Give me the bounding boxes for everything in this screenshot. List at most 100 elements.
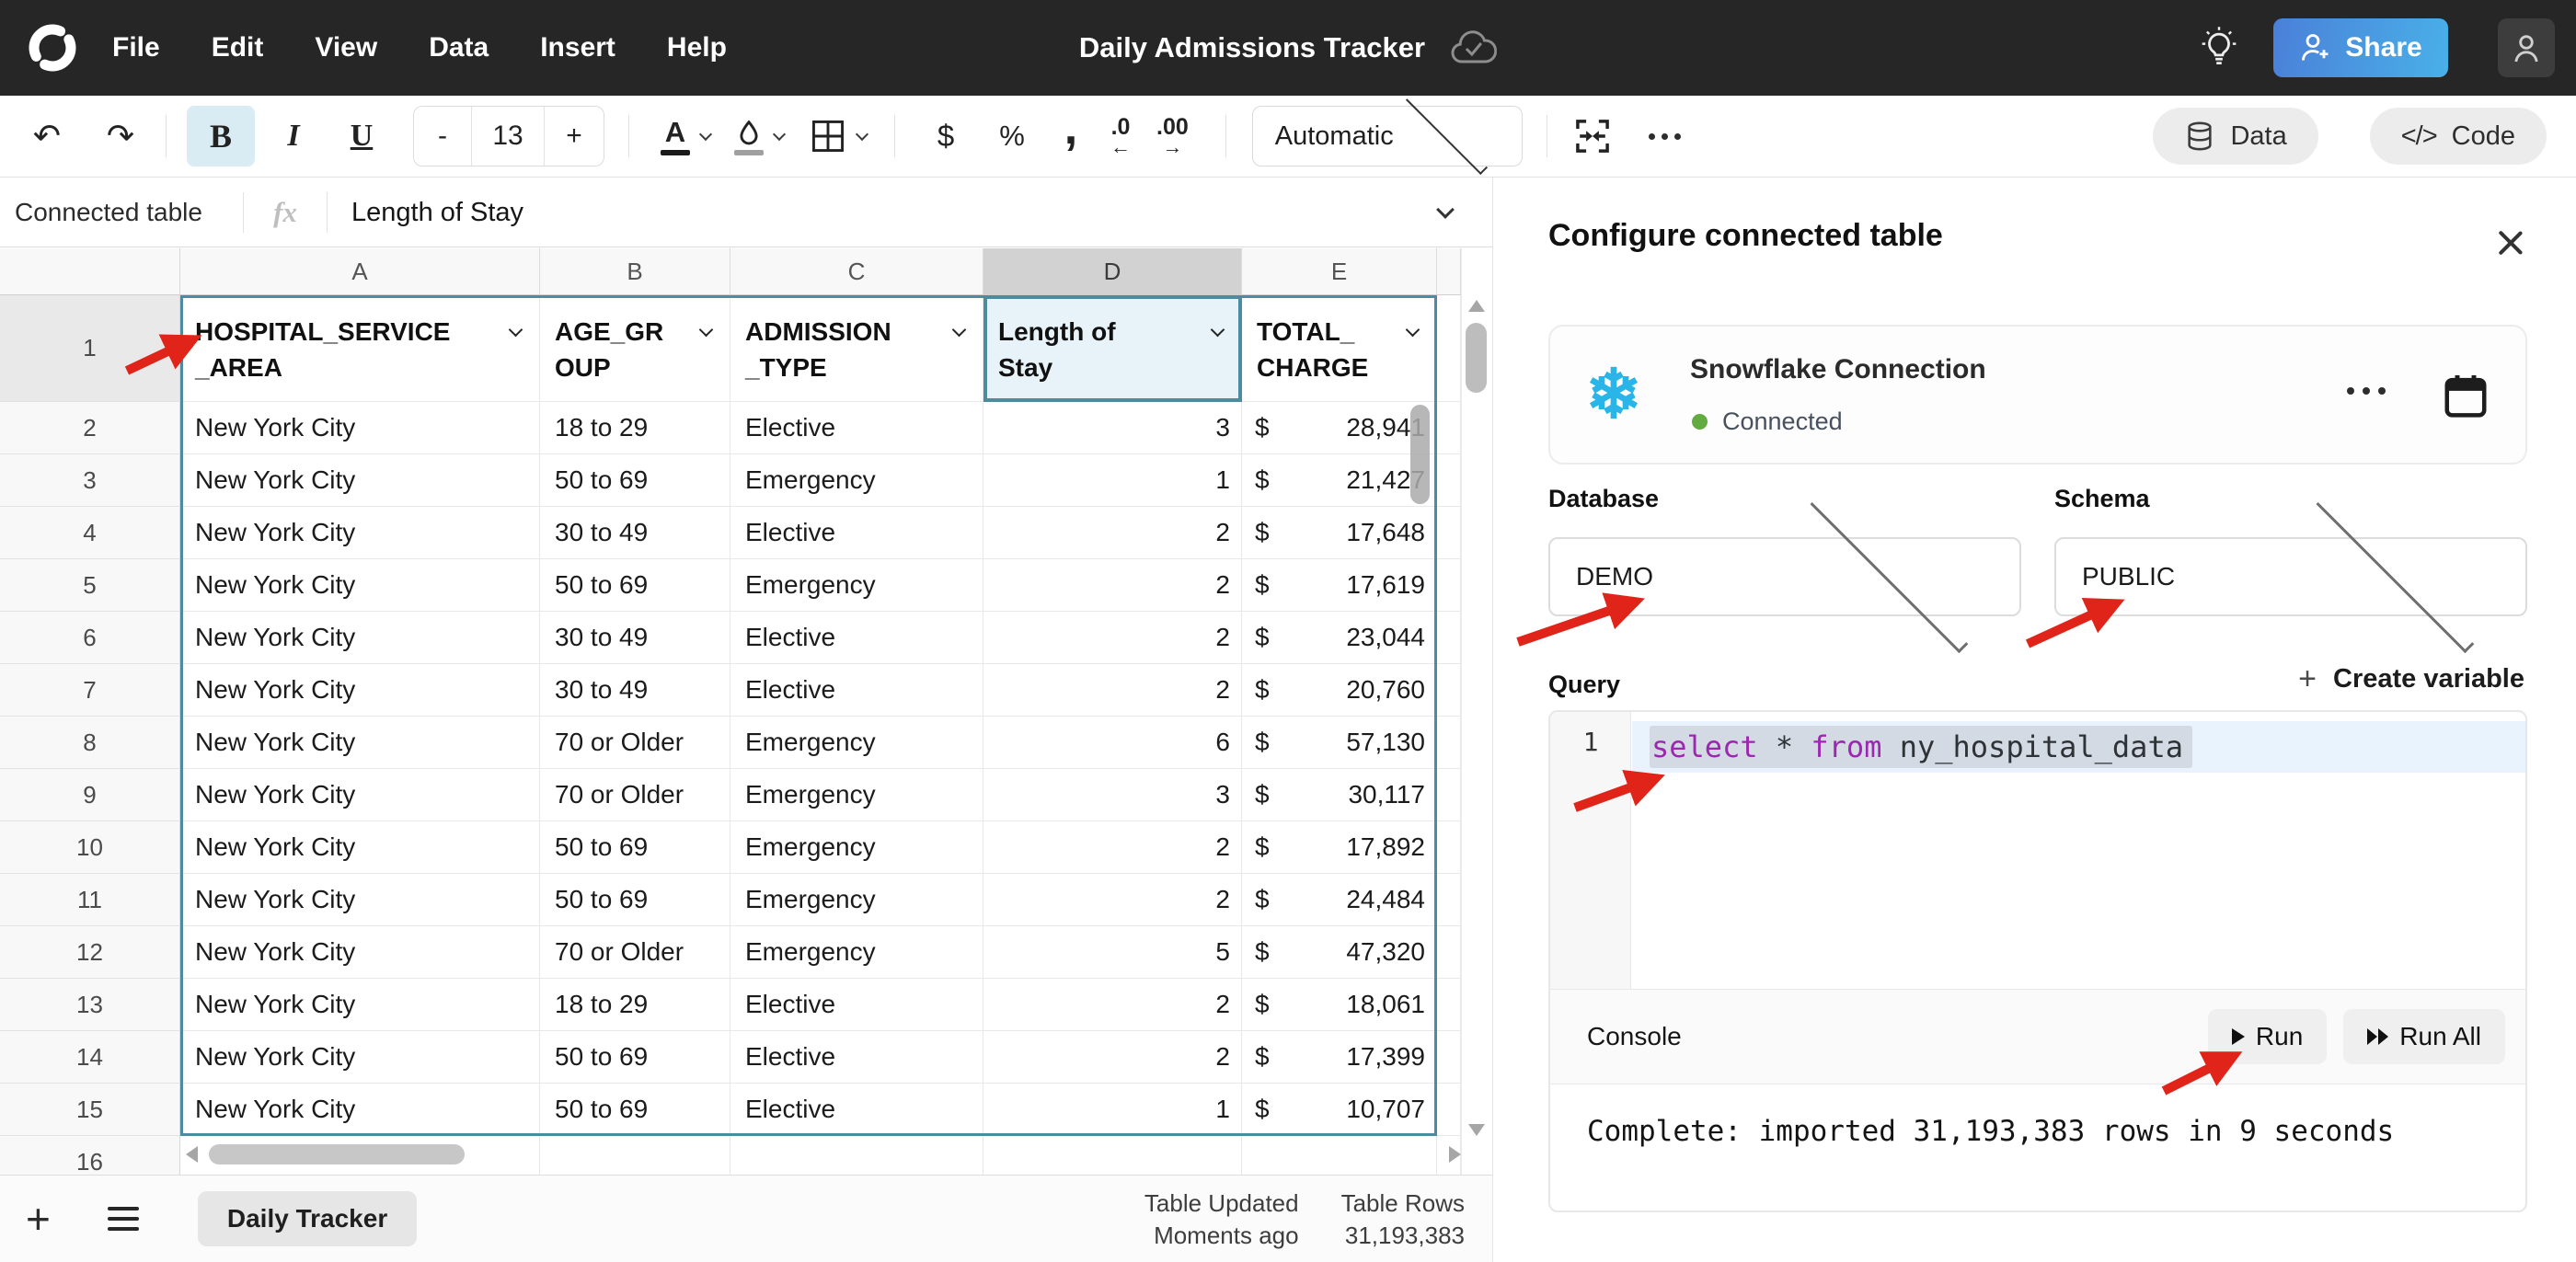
cell-D4[interactable]: 2 [983,507,1242,559]
menu-item-view[interactable]: View [315,32,377,63]
cell-B9[interactable]: 70 or Older [540,769,730,821]
menu-item-file[interactable]: File [112,32,160,63]
cell-A15[interactable]: New York City [180,1084,540,1136]
cell-F13[interactable] [1437,979,1461,1031]
cell-C15[interactable]: Elective [730,1084,983,1136]
thousands-separator-button[interactable]: , [1059,135,1083,137]
cell-F15[interactable] [1437,1084,1461,1136]
cell-E6[interactable]: $23,044 [1242,612,1437,664]
cell-D9[interactable]: 3 [983,769,1242,821]
sheet-tab-daily-tracker[interactable]: Daily Tracker [198,1191,417,1246]
connection-more-button[interactable] [2347,387,2386,395]
text-color-chevron-icon[interactable] [699,127,712,140]
scroll-right-arrow-icon[interactable] [1449,1146,1461,1163]
cell-D15[interactable]: 1 [983,1084,1242,1136]
cell-F9[interactable] [1437,769,1461,821]
cell-D13[interactable]: 2 [983,979,1242,1031]
share-button[interactable]: Share [2273,18,2448,77]
horizontal-scrollbar[interactable] [180,1142,1461,1167]
cell-F4[interactable] [1437,507,1461,559]
overlay-scrollbar-thumb[interactable] [1410,405,1430,504]
cell-C13[interactable]: Elective [730,979,983,1031]
cell-D6[interactable]: 2 [983,612,1242,664]
query-code-line[interactable]: select * from ny_hospital_data [1650,721,2192,773]
column-header-A[interactable]: A [180,248,540,295]
cell-F7[interactable] [1437,664,1461,717]
cell-F6[interactable] [1437,612,1461,664]
cell-D5[interactable]: 2 [983,559,1242,612]
row-header-4[interactable]: 4 [0,507,180,559]
row-header-11[interactable]: 11 [0,874,180,926]
text-color-button[interactable]: A [661,118,690,155]
cell-C6[interactable]: Elective [730,612,983,664]
cell-B11[interactable]: 50 to 69 [540,874,730,926]
column-header-D[interactable]: D [983,248,1242,295]
currency-format-button[interactable]: $ [930,119,961,154]
cell-B2[interactable]: 18 to 29 [540,402,730,454]
scroll-left-arrow-icon[interactable] [186,1146,198,1163]
row-header-2[interactable]: 2 [0,402,180,454]
schema-select[interactable]: PUBLIC [2054,537,2527,616]
formula-input[interactable]: Length of Stay [351,198,1439,228]
header-cell-E1[interactable]: TOTAL_CHARGE [1242,295,1437,402]
cell-C3[interactable]: Emergency [730,454,983,507]
cell-A9[interactable]: New York City [180,769,540,821]
percent-format-button[interactable]: % [993,120,1031,153]
cell-f1[interactable] [1437,295,1461,402]
cell-A3[interactable]: New York City [180,454,540,507]
menu-item-insert[interactable]: Insert [540,32,615,63]
code-view-button[interactable]: </> Code [2370,108,2547,165]
create-variable-button[interactable]: + Create variable [2298,663,2524,694]
cell-F14[interactable] [1437,1031,1461,1084]
run-button[interactable]: Run [2208,1009,2327,1064]
cell-B4[interactable]: 30 to 49 [540,507,730,559]
fill-color-chevron-icon[interactable] [773,127,786,140]
scroll-down-arrow-icon[interactable] [1468,1124,1485,1136]
cell-A8[interactable]: New York City [180,717,540,769]
cell-B7[interactable]: 30 to 49 [540,664,730,717]
cell-A11[interactable]: New York City [180,874,540,926]
undo-button[interactable]: ↶ [26,117,68,155]
cell-D2[interactable]: 3 [983,402,1242,454]
cell-B13[interactable]: 18 to 29 [540,979,730,1031]
connection-card[interactable]: ❄ Snowflake Connection Connected [1548,325,2527,465]
cell-A14[interactable]: New York City [180,1031,540,1084]
vertical-scrollbar-thumb[interactable] [1466,323,1487,393]
header-cell-C1[interactable]: ADMISSION_TYPE [730,295,983,402]
schedule-calendar-icon[interactable] [2441,371,2490,420]
cell-C12[interactable]: Emergency [730,926,983,979]
cell-F12[interactable] [1437,926,1461,979]
cell-D3[interactable]: 1 [983,454,1242,507]
cell-E13[interactable]: $18,061 [1242,979,1437,1031]
menu-item-help[interactable]: Help [667,32,727,63]
cell-B15[interactable]: 50 to 69 [540,1084,730,1136]
cell-E9[interactable]: $30,117 [1242,769,1437,821]
column-header-B[interactable]: B [540,248,730,295]
decrease-decimals-button[interactable]: .0 ← [1110,116,1131,157]
font-size-decrease-button[interactable]: - [414,107,471,166]
cell-A13[interactable]: New York City [180,979,540,1031]
font-size-increase-button[interactable]: + [545,107,604,166]
underline-button[interactable]: U [336,119,387,154]
redo-button[interactable]: ↷ [99,117,142,155]
fit-cell-button[interactable] [1571,115,1614,157]
cell-B3[interactable]: 50 to 69 [540,454,730,507]
column-header-E[interactable]: E [1242,248,1437,295]
cell-C5[interactable]: Emergency [730,559,983,612]
cell-E7[interactable]: $20,760 [1242,664,1437,717]
header-cell-D1[interactable]: Length ofStay [983,295,1242,402]
cell-D8[interactable]: 6 [983,717,1242,769]
cell-C11[interactable]: Emergency [730,874,983,926]
row-header-8[interactable]: 8 [0,717,180,769]
row-header-14[interactable]: 14 [0,1031,180,1084]
cell-B5[interactable]: 50 to 69 [540,559,730,612]
row-header-1[interactable]: 1 [0,295,180,402]
cell-B14[interactable]: 50 to 69 [540,1031,730,1084]
cell-D14[interactable]: 2 [983,1031,1242,1084]
corner-cell[interactable] [0,248,180,295]
cell-A6[interactable]: New York City [180,612,540,664]
more-tools-button[interactable] [1649,133,1681,140]
cell-B6[interactable]: 30 to 49 [540,612,730,664]
cell-D12[interactable]: 5 [983,926,1242,979]
cell-D11[interactable]: 2 [983,874,1242,926]
